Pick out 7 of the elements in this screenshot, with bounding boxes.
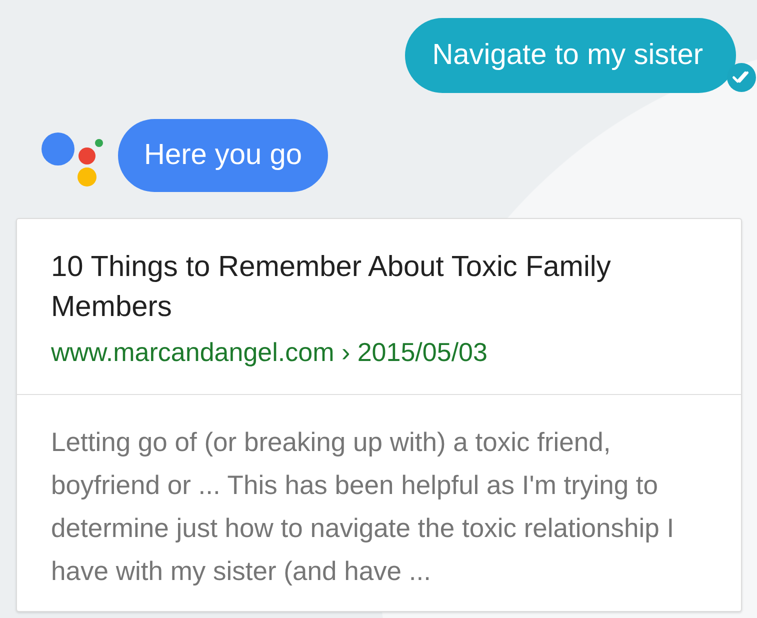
assistant-message: Here you go xyxy=(118,119,328,192)
assistant-dots-icon xyxy=(40,132,106,190)
result-card[interactable] xyxy=(16,218,742,612)
result-title[interactable]: 10 Things to Remember About Toxic Family Members xyxy=(51,247,711,327)
user-message: Navigate to my sister xyxy=(405,18,736,93)
result-snippet: Letting go of (or breaking up with) a toxic friend, boyfriend or ... This has been helpful as I'm trying to determine just how to navigate the toxic relationship I have with my sister (and have ... xyxy=(50,426,676,588)
result-url[interactable]: www.marcandangel.com › 2015/05/03 xyxy=(51,333,711,371)
